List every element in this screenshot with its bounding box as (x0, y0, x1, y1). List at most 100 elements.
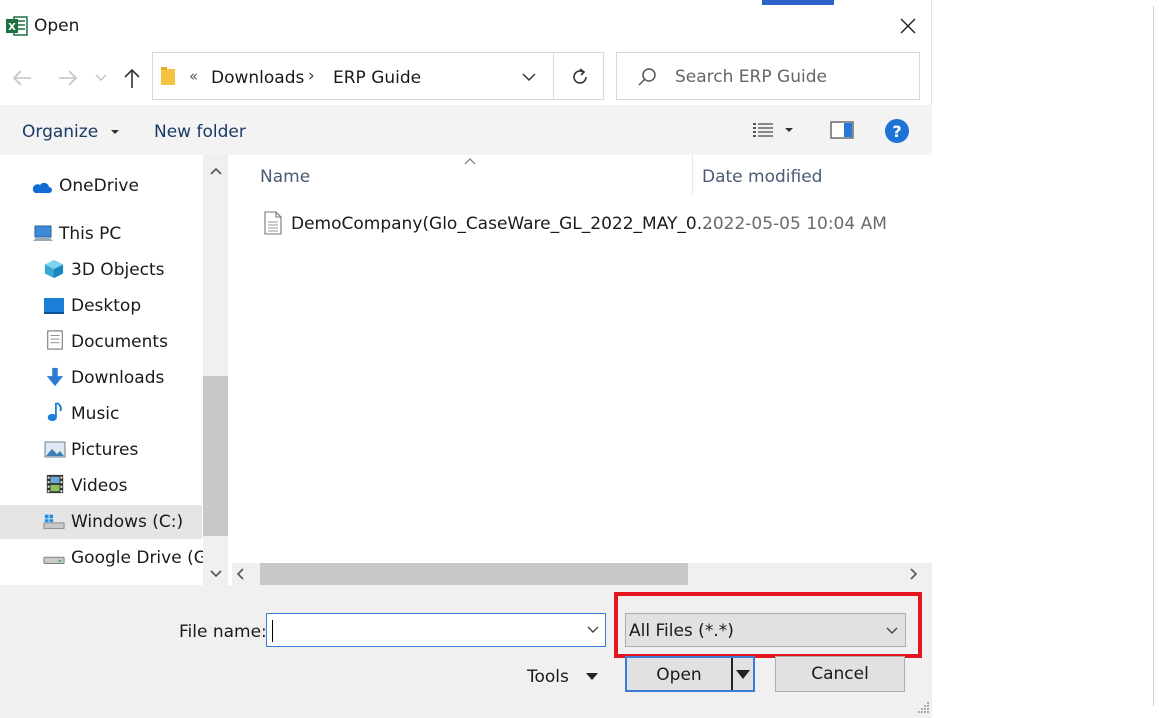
chevron-right-icon[interactable] (910, 568, 918, 580)
sidebar-item-label: OneDrive (59, 176, 139, 196)
onedrive-icon (32, 182, 52, 193)
up-button[interactable] (118, 64, 146, 92)
chevron-down-icon[interactable] (585, 622, 601, 638)
file-name-input[interactable] (266, 613, 606, 647)
file-list-horizontal-scrollbar[interactable] (232, 563, 932, 585)
arrow-up-icon (124, 68, 140, 88)
search-input[interactable] (675, 65, 905, 89)
chevron-down-icon (522, 72, 536, 81)
file-date-modified: 2022-05-05 10:04 AM (702, 214, 887, 234)
desktop-icon (44, 298, 64, 314)
address-dropdown-button[interactable] (519, 65, 539, 89)
breadcrumb-separator[interactable]: › (308, 66, 315, 86)
sidebar-scroll-thumb[interactable] (203, 376, 228, 536)
column-header-name[interactable]: Name (260, 167, 310, 187)
search-icon (638, 68, 656, 86)
sidebar-item-label: 3D Objects (71, 260, 165, 280)
help-button[interactable]: ? (885, 119, 909, 143)
sidebar-item-onedrive[interactable]: OneDrive (0, 169, 202, 203)
cancel-button[interactable]: Cancel (775, 656, 905, 692)
close-button[interactable] (888, 10, 928, 42)
sidebar-item-label: Google Drive (G: (71, 548, 213, 568)
sidebar-item-this-pc[interactable]: This PC (0, 217, 202, 251)
navigation-bar: « Downloads › ERP Guide (0, 50, 932, 104)
resize-grip-icon[interactable] (916, 700, 930, 714)
sidebar-item-pictures[interactable]: Pictures (0, 433, 202, 467)
refresh-button[interactable] (558, 63, 602, 91)
sidebar-scroll-up-button[interactable] (203, 160, 228, 182)
sidebar-item-music[interactable]: Music (0, 397, 202, 431)
sidebar-item-3d-objects[interactable]: 3D Objects (0, 253, 202, 287)
sidebar-item-windows-c[interactable]: Windows (C:) (0, 505, 202, 539)
column-header-date-modified[interactable]: Date modified (702, 167, 822, 187)
caret-down-icon[interactable] (585, 671, 599, 683)
pictures-icon (44, 441, 66, 458)
svg-text:X: X (8, 22, 16, 33)
change-view-button[interactable] (752, 117, 804, 143)
search-box[interactable] (616, 52, 920, 100)
caret-down-icon[interactable] (735, 668, 751, 682)
refresh-icon (573, 68, 587, 84)
close-icon (900, 18, 916, 34)
preview-pane-icon[interactable] (830, 121, 854, 139)
drive-c-icon (43, 514, 65, 529)
organize-menu[interactable]: Organize (22, 122, 120, 142)
back-button[interactable] (8, 64, 36, 92)
breadcrumb-overflow[interactable]: « (189, 67, 198, 85)
arrow-left-icon (12, 70, 31, 86)
breadcrumb-downloads[interactable]: Downloads (211, 68, 304, 88)
table-row[interactable]: DemoCompany(Glo_CaseWare_GL_2022_MAY_0..… (258, 207, 928, 241)
sidebar-item-label: Documents (71, 332, 168, 352)
sidebar-item-label: Desktop (71, 296, 142, 316)
file-list: Name Date modified DemoCompany(Glo_CaseW… (230, 155, 932, 585)
title-bar: X Open (0, 0, 932, 50)
chevron-down-icon (95, 74, 107, 82)
sidebar-item-documents[interactable]: Documents (0, 325, 202, 359)
recent-locations-button[interactable] (90, 64, 112, 92)
sidebar-item-desktop[interactable]: Desktop (0, 289, 202, 323)
film-icon (46, 474, 64, 494)
sidebar-item-label: Pictures (71, 440, 139, 460)
column-divider[interactable] (692, 155, 693, 195)
folder-icon (161, 67, 175, 85)
arrow-right-icon (59, 70, 78, 86)
document-file-icon (264, 211, 282, 235)
sidebar-item-label: Windows (C:) (71, 512, 184, 532)
cube-icon (44, 259, 64, 279)
command-bar: Organize New folder ? (0, 105, 932, 155)
caret-down-icon (110, 130, 119, 134)
open-button-label: Open (656, 665, 702, 685)
highlight-box (614, 592, 922, 658)
drive-g-icon (43, 556, 65, 565)
sidebar-item-google-drive[interactable]: Google Drive (G: (0, 541, 213, 575)
text-caret (272, 620, 273, 642)
sidebar-item-downloads[interactable]: Downloads (0, 361, 202, 395)
open-split-divider (731, 658, 733, 690)
chevron-up-icon (209, 167, 222, 175)
organize-label: Organize (22, 122, 99, 142)
computer-icon (33, 225, 53, 241)
forward-button[interactable] (54, 64, 82, 92)
chevron-down-icon (209, 570, 222, 578)
open-button[interactable]: Open (625, 656, 755, 692)
download-arrow-icon (46, 367, 64, 387)
caret-down-icon (785, 128, 793, 132)
music-note-icon (47, 402, 62, 422)
background-divider (1153, 6, 1154, 706)
horizontal-scroll-thumb[interactable] (260, 563, 688, 585)
open-dialog: X Open « Downloads › ERP Guide Search ER… (0, 0, 932, 718)
tools-menu[interactable]: Tools (527, 667, 569, 687)
sidebar-scroll-down-button[interactable] (203, 563, 228, 585)
dialog-footer: File name: All Files (*.*) Tools Open Ca… (0, 585, 932, 718)
background-area (932, 0, 1159, 718)
help-icon: ? (892, 121, 902, 141)
chevron-left-icon[interactable] (236, 568, 244, 580)
address-bar[interactable]: « Downloads › ERP Guide (152, 52, 604, 100)
details-view-icon (753, 123, 773, 137)
breadcrumb-erp-guide[interactable]: ERP Guide (333, 68, 421, 88)
file-name-label: File name: (179, 622, 267, 642)
file-name: DemoCompany(Glo_CaseWare_GL_2022_MAY_0..… (291, 214, 713, 234)
new-folder-button[interactable]: New folder (154, 122, 246, 142)
sidebar-item-label: This PC (59, 224, 122, 244)
sidebar-item-videos[interactable]: Videos (0, 469, 202, 503)
